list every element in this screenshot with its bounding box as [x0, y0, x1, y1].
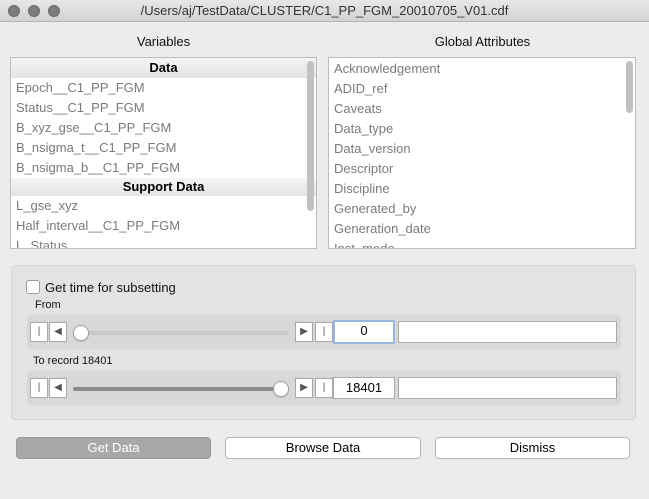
from-prev-button[interactable]: ◀ [49, 322, 67, 342]
browse-data-button[interactable]: Browse Data [225, 437, 421, 459]
from-last-button[interactable]: | [315, 322, 333, 342]
first-icon: | [37, 326, 41, 337]
from-time-field[interactable] [398, 321, 617, 343]
list-item[interactable]: Inst_mode [329, 239, 635, 248]
list-item[interactable]: Generation_date [329, 219, 635, 239]
list-item[interactable]: B_nsigma_b__C1_PP_FGM [11, 158, 316, 178]
from-first-button[interactable]: | [30, 322, 48, 342]
window-title: /Users/aj/TestData/CLUSTER/C1_PP_FGM_200… [140, 3, 509, 18]
first-icon: | [37, 382, 41, 393]
list-item[interactable]: B_xyz_gse__C1_PP_FGM [11, 118, 316, 138]
to-last-button[interactable]: | [315, 378, 333, 398]
to-value-field[interactable]: 18401 [333, 377, 395, 399]
prev-icon: ◀ [54, 326, 62, 337]
to-first-button[interactable]: | [30, 378, 48, 398]
to-slider-track[interactable] [73, 387, 289, 391]
next-icon: ▶ [300, 326, 308, 337]
last-icon: | [322, 382, 326, 393]
from-slider-row: | ◀ ▶ | 0 [27, 315, 621, 349]
window-titlebar: /Users/aj/TestData/CLUSTER/C1_PP_FGM_200… [0, 0, 649, 22]
variables-scrollbar[interactable] [307, 61, 314, 211]
from-slider-thumb[interactable] [73, 325, 89, 341]
list-item[interactable]: Data_type [329, 119, 635, 139]
get-data-button[interactable]: Get Data [16, 437, 211, 459]
next-icon: ▶ [300, 382, 308, 393]
list-item[interactable]: L_Status [11, 236, 316, 248]
to-label: To record 18401 [33, 355, 113, 367]
list-group-header-data: Data [11, 58, 316, 78]
list-item[interactable]: Half_interval__C1_PP_FGM [11, 216, 316, 236]
from-value-field[interactable]: 0 [333, 320, 395, 344]
to-slider-row: | ◀ ▶ | 18401 [27, 371, 621, 405]
subset-checkbox-label: Get time for subsetting [45, 280, 176, 295]
prev-icon: ◀ [54, 382, 62, 393]
list-item[interactable]: Status__C1_PP_FGM [11, 98, 316, 118]
list-item[interactable]: Data_version [329, 139, 635, 159]
global-attributes-list[interactable]: Acknowledgement ADID_ref Caveats Data_ty… [328, 57, 636, 249]
list-item[interactable]: Epoch__C1_PP_FGM [11, 78, 316, 98]
to-time-field[interactable] [398, 377, 617, 399]
list-item[interactable]: ADID_ref [329, 79, 635, 99]
dismiss-button[interactable]: Dismiss [435, 437, 630, 459]
list-item[interactable]: Discipline [329, 179, 635, 199]
list-item[interactable]: Caveats [329, 99, 635, 119]
from-next-button[interactable]: ▶ [295, 322, 313, 342]
variables-list[interactable]: Data Epoch__C1_PP_FGM Status__C1_PP_FGM … [10, 57, 317, 249]
last-icon: | [322, 326, 326, 337]
to-prev-button[interactable]: ◀ [49, 378, 67, 398]
to-next-button[interactable]: ▶ [295, 378, 313, 398]
to-slider-thumb[interactable] [273, 381, 289, 397]
subset-checkbox[interactable] [26, 280, 40, 294]
list-item[interactable]: Generated_by [329, 199, 635, 219]
global-attributes-header: Global Attributes [434, 34, 531, 49]
global-attributes-scrollbar[interactable] [626, 61, 633, 113]
from-label: From [35, 299, 61, 311]
from-slider-track[interactable] [73, 331, 289, 335]
list-item[interactable]: B_nsigma_t__C1_PP_FGM [11, 138, 316, 158]
list-item[interactable]: Descriptor [329, 159, 635, 179]
list-group-header-support: Support Data [11, 178, 316, 196]
variables-header: Variables [136, 34, 191, 49]
subset-panel: Get time for subsetting From | ◀ ▶ | 0 T… [11, 265, 636, 420]
list-item[interactable]: L_gse_xyz [11, 196, 316, 216]
list-item[interactable]: Acknowledgement [329, 59, 635, 79]
